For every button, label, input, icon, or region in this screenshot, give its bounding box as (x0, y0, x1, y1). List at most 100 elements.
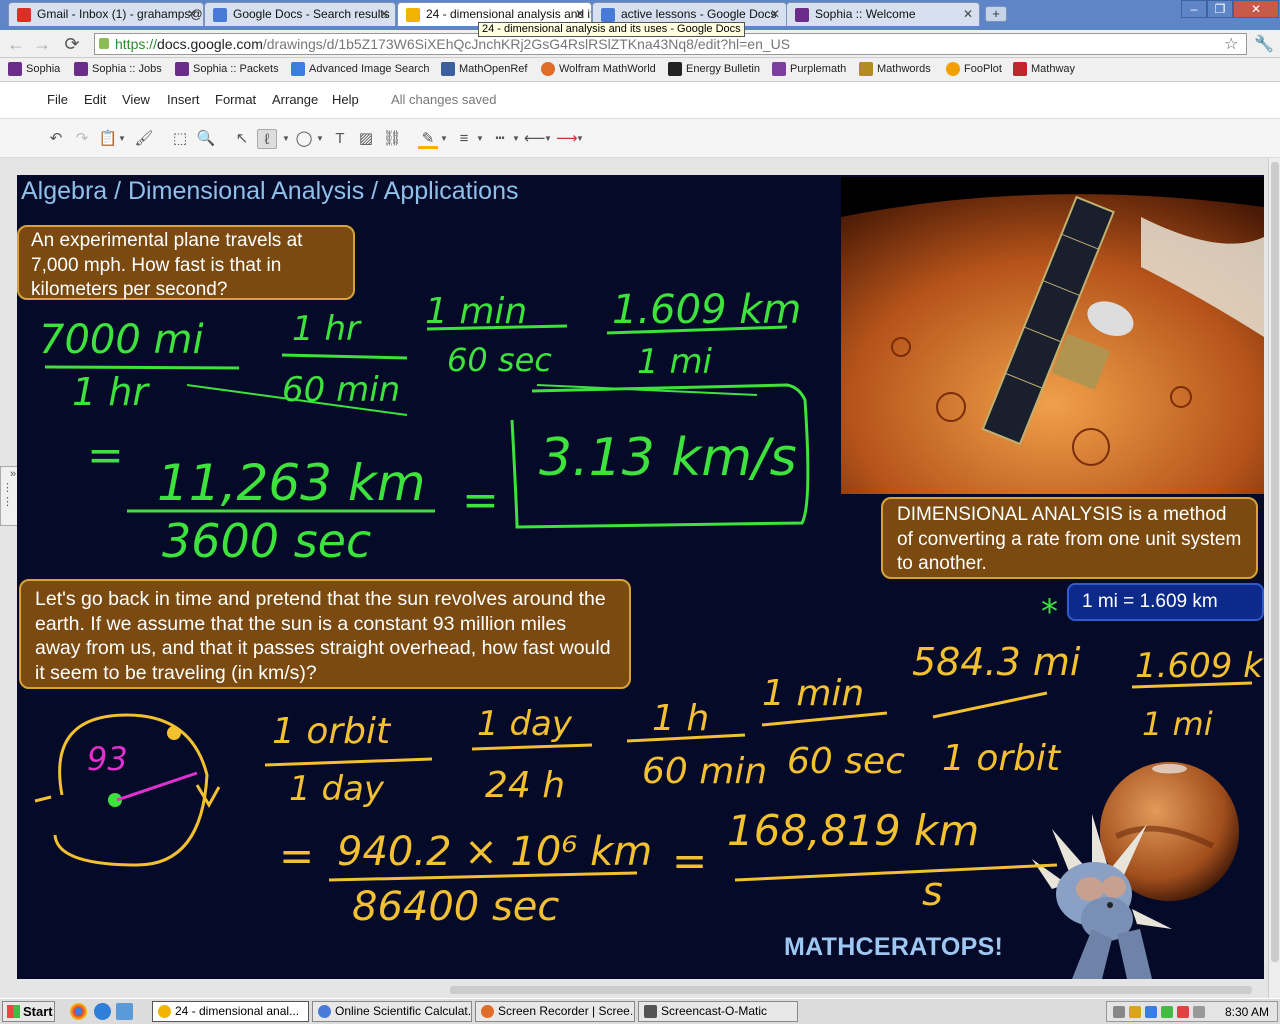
close-icon[interactable]: ✕ (187, 7, 197, 21)
menu-file[interactable]: File (47, 92, 68, 107)
ie-quicklaunch-icon[interactable] (94, 1003, 111, 1020)
minimize-button[interactable]: – (1181, 0, 1207, 18)
tab-label: active lessons - Google Docs (621, 7, 777, 21)
zoom-icon[interactable]: 🔍 (196, 129, 216, 149)
select-icon[interactable]: ↖ (232, 129, 252, 149)
dropdown-arrow-icon[interactable]: ▼ (314, 129, 326, 149)
taskbar-item-screen-recorder[interactable]: Screen Recorder | Scree... (475, 1001, 635, 1022)
volume-icon[interactable] (1193, 1006, 1205, 1018)
start-button[interactable]: Start (2, 1001, 55, 1022)
clock[interactable]: 8:30 AM (1225, 1005, 1269, 1019)
bookmark-sophia[interactable]: Sophia (8, 62, 60, 76)
taskbar-item-screencast[interactable]: Screencast-O-Matic (638, 1001, 798, 1022)
wrench-icon[interactable]: 🔧 (1254, 34, 1274, 54)
chrome-quicklaunch-icon[interactable] (70, 1003, 87, 1020)
satellite-mars-image[interactable] (841, 177, 1264, 494)
bookmark-fooplot[interactable]: FooPlot (946, 62, 1002, 76)
line-dash-icon[interactable]: ┅ (490, 129, 510, 149)
menu-insert[interactable]: Insert (167, 92, 200, 107)
bookmark-energy-bulletin[interactable]: Energy Bulletin (668, 62, 760, 76)
firefox-icon (481, 1005, 494, 1018)
drawing-canvas[interactable]: Algebra / Dimensional Analysis / Applica… (17, 175, 1264, 979)
menu-view[interactable]: View (122, 92, 150, 107)
back-button[interactable]: ← (6, 34, 26, 54)
close-icon[interactable]: ✕ (575, 7, 585, 21)
menu-help[interactable]: Help (332, 92, 359, 107)
tray-icon[interactable] (1113, 1006, 1125, 1018)
bookmark-purplemath[interactable]: Purplemath (772, 62, 846, 76)
docs-icon (601, 8, 615, 22)
dropdown-arrow-icon[interactable]: ▼ (510, 129, 522, 149)
link-icon[interactable]: ⛓ (382, 129, 402, 149)
definition-callout[interactable]: DIMENSIONAL ANALYSIS is a method of conv… (881, 497, 1258, 579)
image-icon[interactable]: ▨ (356, 129, 376, 149)
tray-icon[interactable] (1161, 1006, 1173, 1018)
bookmark-wolfram-mathworld[interactable]: Wolfram MathWorld (541, 62, 656, 76)
forward-button[interactable]: → (32, 34, 52, 54)
line-weight-icon[interactable]: ≡ (454, 129, 474, 149)
dropdown-arrow-icon[interactable]: ▼ (542, 129, 554, 149)
bookmark-mathwords[interactable]: Mathwords (859, 62, 931, 76)
close-icon[interactable]: ✕ (963, 7, 973, 21)
tray-icon[interactable] (1145, 1006, 1157, 1018)
dropdown-arrow-icon[interactable]: ▼ (438, 129, 450, 149)
ink-yellow-10: 1 min (762, 673, 864, 714)
restore-button[interactable]: ❐ (1207, 0, 1233, 18)
scribble-icon[interactable]: ℓ (257, 129, 277, 149)
bookmark-mathway[interactable]: Mathway (1013, 62, 1075, 76)
line-start-icon[interactable]: ⟵ (524, 129, 546, 149)
bookmark-mathopenref[interactable]: MathOpenRef (441, 62, 527, 76)
dropdown-arrow-icon[interactable]: ▼ (116, 129, 128, 149)
taskbar-item-calculator[interactable]: Online Scientific Calculat... (312, 1001, 472, 1022)
menu-edit[interactable]: Edit (84, 92, 106, 107)
dropdown-arrow-icon[interactable]: ▼ (474, 129, 486, 149)
bookmark-sophia-packets[interactable]: Sophia :: Packets (175, 62, 279, 76)
desktop-quicklaunch-icon[interactable] (116, 1003, 133, 1020)
ink-yellow-9: 60 min (642, 751, 767, 792)
gmail-icon (17, 8, 31, 22)
url-host: docs.google.com (157, 36, 263, 52)
taskbar-item-drawing[interactable]: 24 - dimensional anal... (152, 1001, 309, 1022)
ink-green-2: 1 hr (72, 370, 150, 414)
vertical-scrollbar[interactable] (1268, 158, 1280, 998)
paint-format-icon[interactable]: 🖌 (134, 129, 154, 149)
tray-icon[interactable] (1129, 1006, 1141, 1018)
close-window-button[interactable]: ✕ (1233, 0, 1279, 18)
scrollbar-thumb[interactable] (1271, 162, 1279, 962)
new-tab-button[interactable]: + (985, 6, 1007, 22)
menu-arrange[interactable]: Arrange (272, 92, 318, 107)
question-sun-callout[interactable]: Let's go back in time and pretend that t… (19, 579, 631, 689)
close-icon[interactable]: ✕ (379, 7, 389, 21)
line-color-icon[interactable]: ✎ (418, 129, 438, 149)
conversion-box[interactable]: 1 mi = 1.609 km (1067, 583, 1264, 621)
shape-icon[interactable]: ◯ (294, 129, 314, 149)
sophia-icon (175, 62, 189, 76)
bookmark-sophia-jobs[interactable]: Sophia :: Jobs (74, 62, 162, 76)
star-icon[interactable]: ☆ (1224, 34, 1238, 54)
reload-button[interactable]: ⟳ (62, 34, 82, 54)
menu-format[interactable]: Format (215, 92, 256, 107)
tab-docs-search[interactable]: Google Docs - Search results ✕ (204, 2, 396, 26)
dinosaur-mascot-image[interactable] (1027, 809, 1177, 979)
bookmark-label: FooPlot (964, 63, 1002, 75)
text-box-icon[interactable]: T (330, 129, 350, 149)
close-icon[interactable]: ✕ (770, 7, 780, 21)
horizontal-scrollbar[interactable] (450, 986, 1252, 994)
paste-icon[interactable]: 📋 (98, 129, 118, 149)
tray-icon[interactable] (1177, 1006, 1189, 1018)
dropdown-arrow-icon[interactable]: ▼ (574, 129, 586, 149)
ink-yellow-7: 24 h (485, 765, 565, 806)
dropdown-arrow-icon[interactable]: ▼ (280, 129, 292, 149)
line-end-icon[interactable]: ⟶ (556, 129, 578, 149)
redo-icon[interactable]: ↷ (72, 129, 92, 149)
fit-icon[interactable]: ⬚ (170, 129, 190, 149)
fooplot-icon (946, 62, 960, 76)
tab-sophia-welcome[interactable]: Sophia :: Welcome ✕ (786, 2, 980, 26)
tab-gmail[interactable]: Gmail - Inbox (1) - grahamps@ ✕ (8, 2, 204, 26)
bookmark-advanced-image-search[interactable]: Advanced Image Search (291, 62, 430, 76)
ink-yellow-15: 86400 sec (352, 884, 559, 930)
undo-icon[interactable]: ↶ (46, 129, 66, 149)
ink-green-4: 60 min (282, 370, 400, 410)
question-plane-callout[interactable]: An experimental plane travels at 7,000 m… (17, 225, 355, 300)
bookmark-label: Advanced Image Search (309, 63, 430, 75)
